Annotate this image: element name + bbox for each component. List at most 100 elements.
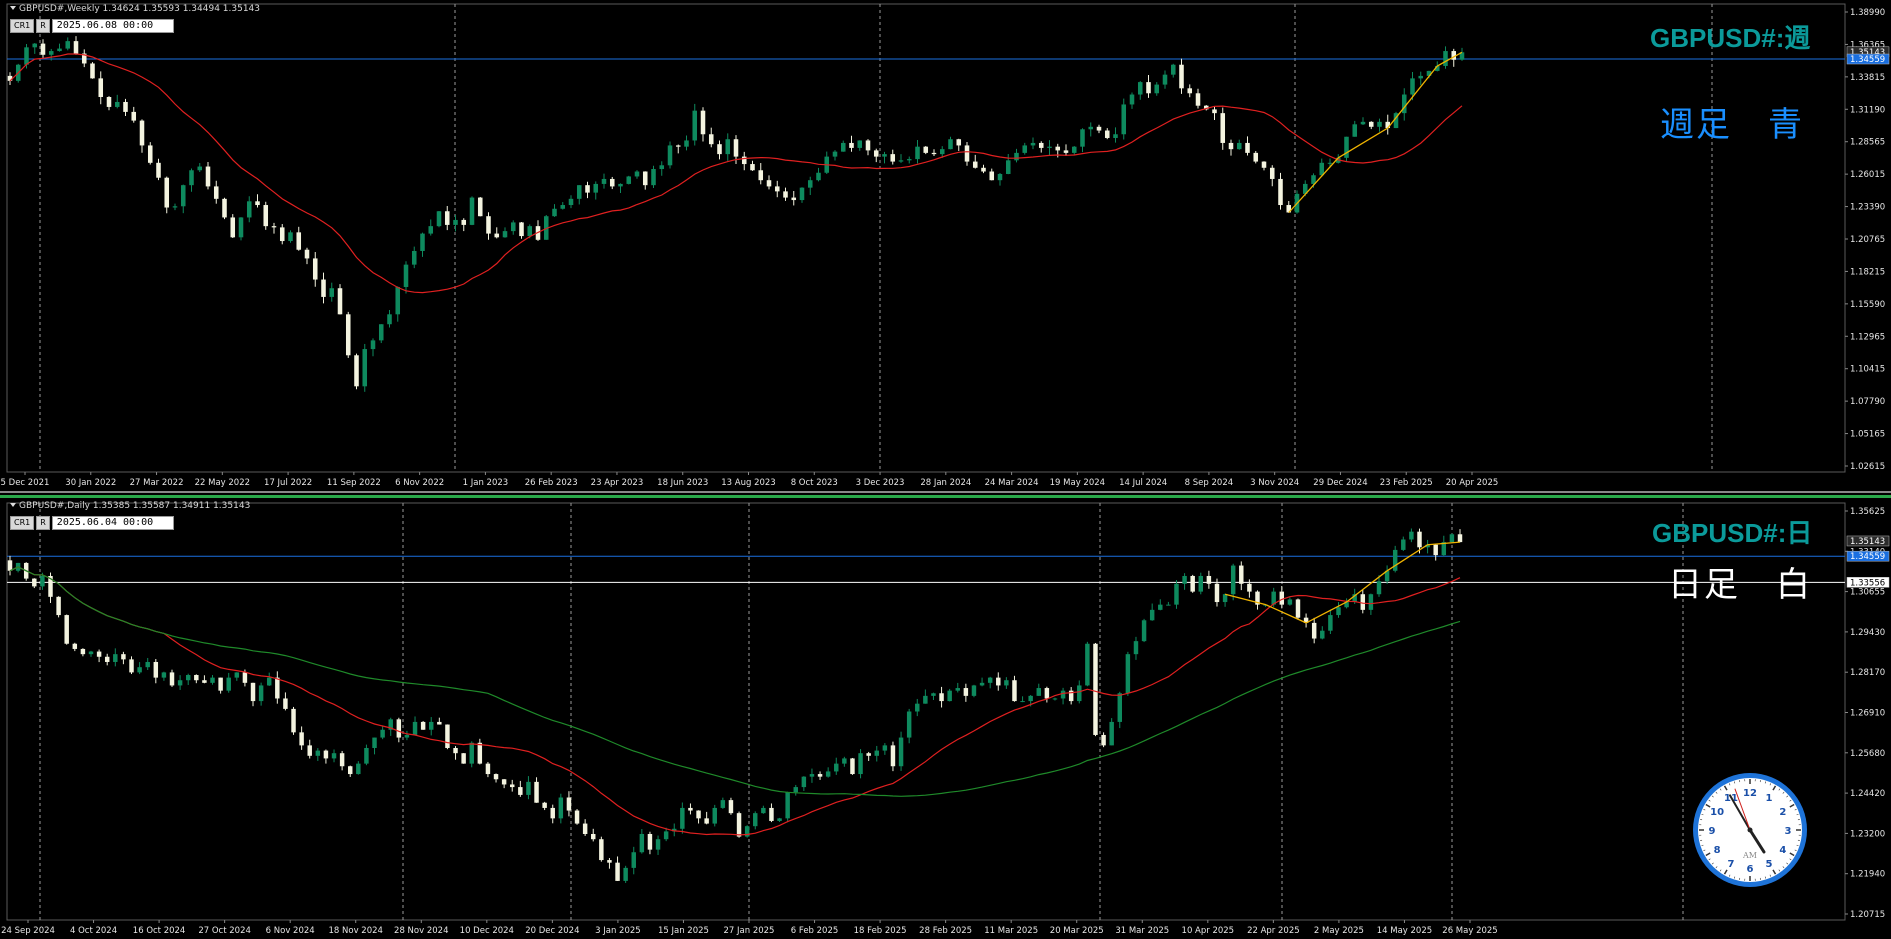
clock-ampm: AM (1742, 851, 1757, 860)
bearish-candle (339, 753, 345, 767)
bullish-candle (667, 145, 673, 166)
bullish-candle (1158, 604, 1163, 610)
date-axis-label: 3 Nov 2024 (1250, 478, 1299, 488)
bearish-candle (923, 146, 929, 153)
bearish-candle (222, 198, 227, 218)
bullish-candle (923, 695, 928, 704)
bearish-candle (104, 656, 110, 662)
bearish-candle (1220, 113, 1226, 143)
bearish-candle (510, 784, 515, 788)
bearish-candle (534, 781, 539, 803)
cr1-button[interactable]: CR1 (10, 19, 35, 33)
bullish-candle (429, 721, 434, 730)
bullish-candle (979, 682, 985, 686)
weekly-chart-canvas[interactable]: 1.389901.363651.338151.311901.285651.260… (0, 0, 1891, 493)
collapse-triangle-icon[interactable] (10, 503, 16, 507)
bullish-candle (1129, 94, 1135, 105)
bullish-candle (915, 703, 920, 712)
bullish-candle (898, 160, 904, 162)
daily-chart-canvas[interactable]: 1.356251.331401.306551.294301.281701.269… (0, 495, 1891, 939)
bullish-candle (801, 776, 807, 788)
bearish-candle (963, 688, 969, 696)
bullish-candle (1287, 599, 1293, 605)
date-axis-label: 6 Feb 2025 (791, 926, 839, 936)
bullish-candle (1028, 695, 1033, 702)
daily-crosshair-toolbox[interactable]: CR1 R 2025.06.04 00:00 (10, 516, 174, 530)
bearish-candle (1214, 583, 1220, 603)
bullish-candle (1376, 581, 1382, 595)
bullish-candle (210, 677, 215, 683)
bearish-candle (64, 615, 69, 644)
bullish-candle (1336, 607, 1341, 616)
date-axis-label: 4 Oct 2024 (70, 926, 117, 936)
bullish-candle (552, 208, 557, 217)
date-axis-label: 11 Mar 2025 (984, 926, 1038, 936)
bullish-candle (987, 677, 993, 683)
bullish-candle (1036, 688, 1041, 696)
bullish-candle (32, 43, 38, 48)
bearish-candle (642, 171, 648, 186)
bullish-candle (906, 711, 912, 738)
bullish-candle (404, 734, 410, 738)
bearish-candle (194, 675, 199, 681)
bearish-candle (704, 818, 709, 824)
bullish-candle (526, 781, 531, 795)
date-field[interactable]: 2025.06.08 00:00 (51, 19, 174, 33)
bullish-candle (931, 693, 936, 696)
bullish-candle (1352, 124, 1358, 137)
date-axis-label: 14 May 2025 (1377, 926, 1432, 936)
bearish-candle (420, 721, 426, 730)
bullish-candle (1410, 78, 1415, 95)
date-axis-label: 23 Apr 2023 (591, 478, 644, 488)
bullish-candle (1182, 575, 1187, 584)
bullish-candle (378, 324, 384, 341)
bullish-candle (807, 180, 813, 188)
bullish-candle (469, 197, 475, 225)
bullish-candle (1109, 721, 1114, 746)
bullish-candle (364, 747, 369, 764)
bearish-candle (96, 651, 102, 657)
bullish-candle (1154, 84, 1160, 94)
weekly-crosshair-toolbox[interactable]: CR1 R 2025.06.08 00:00 (10, 19, 174, 33)
bearish-candle (607, 860, 612, 863)
bearish-candle (147, 145, 153, 163)
bullish-candle (971, 685, 977, 696)
price-scale-label: 1.23390 (1850, 203, 1885, 213)
bullish-candle (362, 349, 368, 387)
bearish-candle (1360, 594, 1366, 610)
date-field[interactable]: 2025.06.04 00:00 (51, 516, 174, 530)
weekly-chart-pane[interactable]: 1.38990 1.36365 1.33815 1.31190 1.28565 1.260… (0, 0, 1891, 493)
bearish-candle (1311, 622, 1317, 639)
bullish-candle (161, 672, 167, 678)
bullish-candle (1236, 142, 1242, 150)
date-axis-label: 20 Mar 2025 (1050, 926, 1104, 936)
r-button[interactable]: R (36, 19, 50, 33)
bearish-candle (73, 41, 79, 54)
date-axis-label: 10 Apr 2025 (1182, 926, 1235, 936)
bullish-candle (420, 233, 425, 251)
bearish-candle (153, 661, 159, 678)
collapse-triangle-icon[interactable] (10, 6, 16, 10)
bullish-candle (1071, 146, 1077, 153)
price-scale-label: 1.28170 (1850, 668, 1885, 678)
bullish-candle (137, 667, 142, 673)
bearish-candle (263, 205, 269, 227)
date-axis-label: 18 Jun 2023 (657, 478, 708, 488)
bullish-candle (266, 677, 272, 686)
bearish-candle (242, 672, 248, 683)
bearish-candle (461, 753, 466, 764)
r-button[interactable]: R (36, 516, 50, 530)
cr1-button[interactable]: CR1 (10, 516, 35, 530)
bearish-candle (80, 648, 86, 655)
date-axis-label: 31 Mar 2025 (1115, 926, 1169, 936)
bearish-candle (873, 150, 879, 157)
bullish-candle (626, 176, 632, 184)
daily-symbol-header: GBPUSD#,Daily 1.35385 1.35587 1.34911 1.… (10, 501, 250, 511)
zigzag-line (1288, 51, 1463, 213)
bullish-candle (57, 48, 62, 52)
bullish-candle (234, 672, 240, 678)
price-scale-label: 1.24420 (1850, 789, 1885, 799)
bearish-candle (202, 680, 207, 683)
bullish-candle (659, 165, 665, 170)
daily-chart-pane[interactable]: 1.356251.331401.306551.294301.281701.269… (0, 495, 1891, 939)
